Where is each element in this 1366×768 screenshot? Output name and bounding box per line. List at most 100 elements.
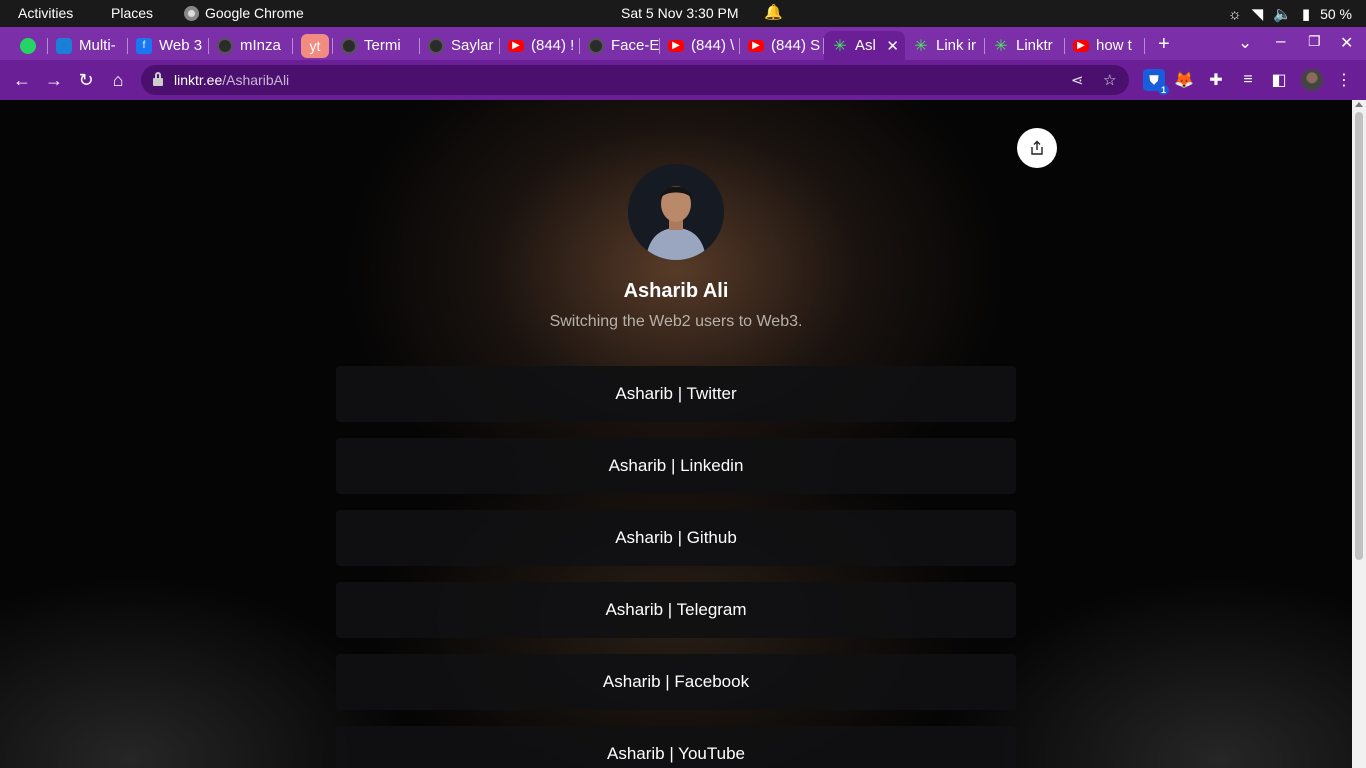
profile-bio: Switching the Web2 users to Web3. [549,313,803,330]
clock[interactable]: Sat 5 Nov 3:30 PM [621,5,739,21]
github-icon [341,37,357,54]
tab-title: Multi- [79,37,116,54]
links-list: Asharib | Twitter Asharib | Linkedin Ash… [336,366,1016,768]
whatsapp-icon [20,37,36,54]
metamask-extension-icon[interactable]: 🦊 [1173,69,1195,91]
browser-tab[interactable]: ▶ (844) S [740,31,824,60]
browser-tab[interactable]: Multi- [48,31,128,60]
app-menu[interactable]: Google Chrome [184,5,304,21]
linktree-icon: ✳ [994,37,1008,55]
tab-title: (844) \ [691,37,735,54]
new-tab-icon[interactable]: + [1158,33,1170,56]
tab-title: Linktr [1016,37,1053,54]
home-icon[interactable]: ⌂ [107,69,129,91]
bell-icon[interactable]: 🔔 [764,3,783,21]
bitwarden-extension-icon[interactable]: ⛊ 1 [1143,69,1169,95]
share-icon [1031,140,1043,155]
browser-tab[interactable]: ✳ Link ir [905,31,985,60]
github-icon [428,37,444,54]
brightness-icon: ☼ [1227,5,1242,23]
system-top-bar: Activities Places Google Chrome Sat 5 No… [0,0,1366,27]
chrome-icon [184,5,199,21]
link-button-telegram[interactable]: Asharib | Telegram [336,582,1016,638]
tab-title: Link ir [936,37,977,54]
system-tray[interactable]: ☼ ◥ 🔈 ▮ 50 % [1227,5,1352,24]
reload-icon[interactable]: ↻ [75,69,97,91]
browser-tab[interactable]: Saylar [420,31,500,60]
tab-strip: Multi-f Web 3 mInza yt Termi Saylar ▶ (844) ! Fa… [0,27,1366,60]
github-icon [588,37,604,54]
tab-title: Termi [364,37,401,54]
tab-title: (844) ! [531,37,575,54]
url-text[interactable]: linktr.ee/AsharibAli [174,72,289,88]
youtube-icon: ▶ [1073,39,1089,52]
places-menu[interactable]: Places [111,5,153,21]
window-close-icon[interactable]: ✕ [1340,33,1353,53]
browser-tab[interactable]: Face-E [580,31,660,60]
scrollbar-thumb[interactable] [1355,112,1363,560]
yt-tab-icon: yt [301,33,329,58]
url-domain: linktr.ee [174,72,223,88]
extensions-puzzle-icon[interactable]: ✚ [1205,69,1227,91]
browser-tab[interactable]: ▶ (844) ! [500,31,580,60]
tab-title: mInza [240,37,281,54]
browser-tab[interactable]: ▶ (844) \ [660,31,740,60]
browser-tab[interactable]: f Web 3 [128,31,209,60]
github-icon [217,37,233,54]
browser-tab[interactable]: Termi [333,31,420,60]
tab-search-icon[interactable]: ⌄ [1238,33,1252,53]
tab-separator [1144,38,1145,54]
youtube-icon: ▶ [508,39,524,52]
linktree-icon: ✳ [914,37,928,55]
address-bar[interactable]: linktr.ee/AsharibAli ⋖ ☆ [141,65,1129,95]
browser-tab[interactable]: mInza [209,31,293,60]
browser-tab[interactable]: ✳ Asl ✕ [824,31,905,60]
link-button-github[interactable]: Asharib | Github [336,510,1016,566]
profile-name: Asharib Ali [623,280,729,302]
battery-percent: 50 % [1320,6,1352,22]
browser-tab[interactable]: yt [293,31,333,60]
facebook-icon: f [136,37,152,54]
activities-button[interactable]: Activities [18,5,73,21]
browser-toolbar: ← → ↻ ⌂ linktr.ee/AsharibAli ⋖ ☆ ⛊ 1 🦊 ✚ … [0,60,1366,100]
linktree-icon: ✳ [833,37,847,55]
tab-title: how t [1096,37,1132,54]
tab-title: Saylar [451,37,494,54]
back-arrow-icon[interactable]: ← [11,69,33,91]
profile-avatar-image [628,164,724,260]
restore-icon[interactable]: ❐ [1308,33,1321,50]
tab-title: (844) S [771,37,821,54]
battery-icon: ▮ [1301,6,1311,23]
q-icon [56,37,72,54]
browser-tab[interactable]: ✳ Linktr [985,31,1065,60]
link-button-linkedin[interactable]: Asharib | Linkedin [336,438,1016,494]
share-page-icon[interactable]: ⋖ [1071,71,1084,89]
page-viewport: Asharib Ali Switching the Web2 users to … [0,100,1352,768]
link-button-facebook[interactable]: Asharib | Facebook [336,654,1016,710]
media-control-icon[interactable]: ≡ [1237,69,1259,91]
browser-tab[interactable] [12,31,48,60]
lock-icon[interactable] [153,72,163,86]
link-button-youtube[interactable]: Asharib | YouTube [336,726,1016,768]
youtube-icon: ▶ [748,39,764,52]
extension-badge: 1 [1157,85,1169,95]
tab-close-icon[interactable]: ✕ [886,37,899,55]
forward-arrow-icon[interactable]: → [43,69,65,91]
tab-title: Face-E [611,37,660,54]
menu-kebab-icon[interactable]: ⋮ [1333,69,1355,91]
share-profile-button[interactable] [1017,128,1057,168]
browser-tab[interactable]: ▶ how t [1065,31,1145,60]
page-scrollbar[interactable] [1352,100,1366,768]
url-path: /AsharibAli [222,72,290,88]
minimize-icon[interactable]: – [1276,31,1285,51]
scroll-up-arrow-icon[interactable] [1355,102,1363,107]
tab-title: Asl [855,37,876,54]
bookmark-star-icon[interactable]: ☆ [1103,71,1116,89]
youtube-icon: ▶ [668,39,684,52]
app-name: Google Chrome [205,5,304,21]
side-panel-icon[interactable]: ◧ [1268,69,1290,91]
link-button-twitter[interactable]: Asharib | Twitter [336,366,1016,422]
profile-avatar[interactable] [1301,69,1323,91]
volume-icon: 🔈 [1273,6,1292,23]
wifi-icon: ◥ [1251,6,1264,23]
